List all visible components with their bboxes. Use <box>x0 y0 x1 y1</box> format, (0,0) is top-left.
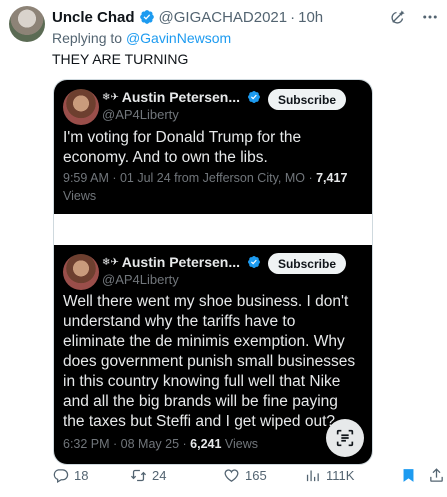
author-name[interactable]: Uncle Chad <box>52 9 135 26</box>
subscribe-button: Subscribe <box>267 253 346 274</box>
embedded-post-2: ❄✈ Austin Petersen... @AP4Liberty Subscr… <box>54 245 372 464</box>
verified-badge-icon <box>248 91 261 103</box>
image-divider <box>54 214 372 245</box>
flag-emoji-icon: ❄✈ <box>102 256 119 268</box>
embedded-avatar <box>63 89 99 125</box>
text-scan-button[interactable] <box>326 419 364 457</box>
retweet-icon <box>130 469 147 481</box>
bookmark-button[interactable] <box>400 467 417 484</box>
grok-icon[interactable] <box>389 8 407 26</box>
embedded-name: ❄✈ Austin Petersen... <box>102 89 261 105</box>
replying-prefix: Replying to <box>52 30 123 46</box>
share-icon <box>430 467 443 482</box>
subscribe-button: Subscribe <box>267 89 346 110</box>
bookmark-icon <box>403 468 414 482</box>
header-actions <box>389 8 439 26</box>
flag-emoji-icon: ❄✈ <box>102 91 119 103</box>
views-icon <box>306 470 319 481</box>
embedded-handle: @AP4Liberty <box>102 272 179 287</box>
like-icon <box>224 468 239 482</box>
views-count: 111K <box>326 467 355 483</box>
separator-dot: · <box>290 8 296 26</box>
embedded-post-1: ❄✈ Austin Petersen... @AP4Liberty Subscr… <box>54 80 372 214</box>
embedded-text: I'm voting for Donald Trump for the econ… <box>63 129 302 166</box>
reply-count: 18 <box>74 467 89 483</box>
author-handle[interactable]: @GIGACHAD2021 <box>159 9 288 26</box>
like-count: 165 <box>245 467 267 483</box>
tweet-text: THEY ARE TURNING <box>52 51 189 67</box>
views-button[interactable]: 111K <box>304 467 354 484</box>
timestamp[interactable]: 10h <box>298 9 323 26</box>
tweet-actions: 18 24 165 111K <box>52 466 443 484</box>
more-icon[interactable] <box>421 8 439 26</box>
reply-icon <box>53 468 69 483</box>
tweet-media[interactable]: ❄✈ Austin Petersen... @AP4Liberty Subscr… <box>53 79 373 465</box>
verified-badge-icon <box>139 10 154 24</box>
tweet-header: Uncle Chad @GIGACHAD2021 · 10h <box>52 7 439 27</box>
replying-to-link[interactable]: @GavinNewsom <box>126 30 231 46</box>
embedded-name: ❄✈ Austin Petersen... <box>102 254 261 270</box>
text-scan-icon <box>336 429 354 447</box>
share-button[interactable] <box>428 467 445 484</box>
reply-button[interactable]: 18 <box>52 467 88 484</box>
like-button[interactable]: 165 <box>223 467 267 484</box>
embedded-meta: 9:59 AM · 01 Jul 24 from Jefferson City,… <box>63 171 348 203</box>
retweet-count: 24 <box>152 467 167 483</box>
verified-badge-icon <box>248 256 261 268</box>
replying-to: Replying to @GavinNewsom <box>52 30 231 46</box>
embedded-handle: @AP4Liberty <box>102 107 179 122</box>
embedded-meta: 6:32 PM · 08 May 25 · 6,241 Views <box>63 437 259 451</box>
avatar[interactable] <box>9 6 45 42</box>
embedded-text: Well there went my shoe business. I don'… <box>63 293 356 430</box>
retweet-button[interactable]: 24 <box>130 467 166 484</box>
embedded-avatar <box>63 254 99 290</box>
